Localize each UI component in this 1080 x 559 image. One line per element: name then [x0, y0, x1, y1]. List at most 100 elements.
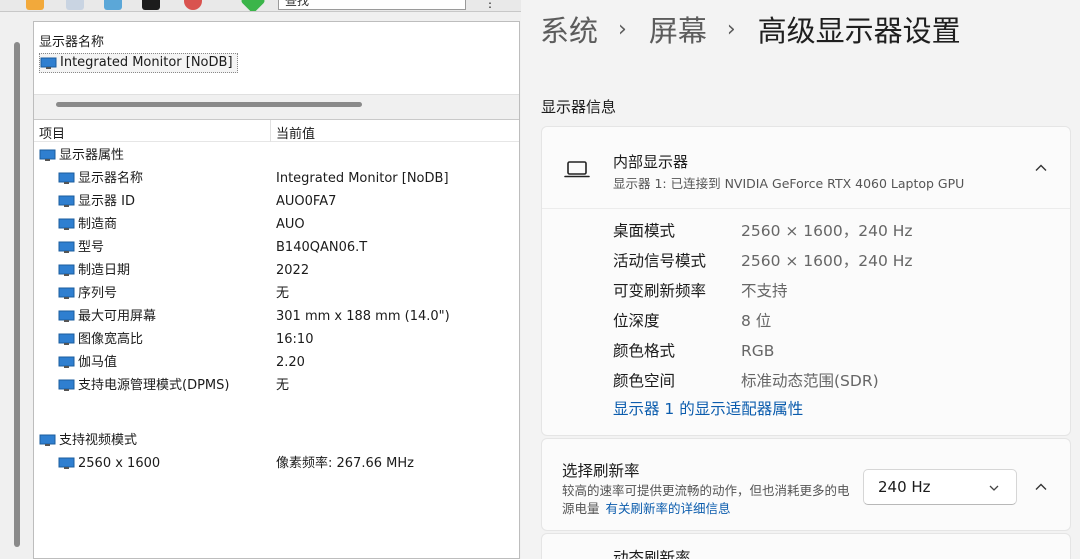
tree-row[interactable]: 型号 B140QAN06.T: [34, 236, 519, 259]
summary-item[interactable]: Integrated Monitor [NoDB]: [39, 53, 238, 73]
chevron-down-icon: [989, 485, 999, 491]
refresh-rate-select[interactable]: 240 Hz: [863, 469, 1017, 505]
tree-row[interactable]: 图像宽高比 16:10: [34, 328, 519, 351]
horizontal-scroll-thumb[interactable]: [56, 102, 362, 107]
tree-row[interactable]: 制造日期 2022: [34, 259, 519, 282]
tree-row-name: 显示器 ID: [78, 194, 135, 209]
page-title: 高级显示器设置: [757, 14, 961, 48]
tree-row-name: 最大可用屏幕: [78, 309, 157, 324]
display-property-key: 位深度: [613, 312, 660, 330]
tree-row-value: 2022: [276, 263, 310, 278]
tree-row[interactable]: 支持电源管理模式(DPMS) 无: [34, 374, 519, 397]
search-input[interactable]: 查找: [278, 0, 466, 10]
tree-row-name: 伽马值: [78, 355, 118, 370]
display-property-key: 桌面模式: [613, 222, 676, 240]
display-property-key: 颜色空间: [613, 372, 676, 390]
tree-row-name: 型号: [78, 240, 105, 255]
refresh-rate-info-link[interactable]: 有关刷新率的详细信息: [606, 501, 731, 516]
tool-icon[interactable]: [104, 0, 122, 10]
adapter-properties-link[interactable]: 显示器 1 的显示适配器属性: [613, 397, 803, 419]
tool-icon[interactable]: [184, 0, 202, 10]
tree-group[interactable]: 显示器属性: [34, 144, 519, 167]
tree-row[interactable]: 显示器 ID AUO0FA7: [34, 190, 519, 213]
tree-row-value: AUO0FA7: [276, 194, 337, 209]
tree-row-value: AUO: [276, 217, 305, 232]
monitor-icon: [39, 434, 56, 446]
more-icon[interactable]: ⋮: [484, 0, 496, 10]
tree-row-name: 制造商: [78, 217, 118, 232]
chevron-up-icon[interactable]: [1034, 480, 1048, 494]
tree-row[interactable]: 2560 x 1600 像素频率: 267.66 MHz: [34, 452, 519, 475]
breadcrumb-system[interactable]: 系统: [540, 8, 598, 50]
tree-row-value: 无: [276, 286, 290, 301]
tree-row[interactable]: 最大可用屏幕 301 mm x 188 mm (14.0"): [34, 305, 519, 328]
refresh-rate-title: 选择刷新率: [562, 462, 640, 480]
dynamic-refresh-label: 动态刷新率: [613, 549, 691, 559]
tree-row-name: 序列号: [78, 286, 118, 301]
summary-heading: 显示器名称: [39, 35, 105, 50]
horizontal-scrollbar[interactable]: [34, 94, 519, 120]
update-icon[interactable]: [240, 0, 266, 11]
tree-row-name: 制造日期: [78, 263, 131, 278]
breadcrumb-separator: ›: [726, 16, 736, 42]
tool-icon[interactable]: [142, 0, 160, 10]
tree-row-name: 图像宽高比: [78, 332, 144, 347]
chevron-up-icon[interactable]: [1034, 161, 1048, 175]
column-current-value[interactable]: 当前值: [276, 123, 315, 142]
display-info-card: 内部显示器 显示器 1: 已连接到 NVIDIA GeForce RTX 406…: [541, 126, 1071, 436]
tree-row-name: 支持电源管理模式(DPMS): [78, 378, 230, 393]
display-title: 内部显示器: [613, 153, 689, 171]
monitor-icon: [58, 457, 75, 469]
tree-group-label: 显示器属性: [59, 148, 125, 163]
tree-row-value: 像素频率: 267.66 MHz: [276, 456, 414, 471]
report-icon[interactable]: [66, 0, 84, 10]
tree-row-value: 无: [276, 378, 290, 393]
tree-row-value: 2.20: [276, 355, 305, 370]
display-property-value: RGB: [741, 342, 775, 360]
tree-row-name: 2560 x 1600: [78, 456, 161, 471]
tree-row[interactable]: 伽马值 2.20: [34, 351, 519, 374]
toolbar: 查找 ⋮: [0, 0, 521, 12]
breadcrumb-display[interactable]: 屏幕: [649, 8, 707, 50]
display-property-value: 不支持: [741, 282, 788, 300]
summary-value: Integrated Monitor [NoDB]: [60, 55, 233, 70]
refresh-rate-value: 240 Hz: [878, 478, 931, 496]
monitor-icon: [58, 264, 75, 276]
column-item[interactable]: 项目: [39, 123, 65, 142]
dynamic-refresh-card[interactable]: 动态刷新率: [541, 533, 1071, 559]
tree-group-label: 支持视频模式: [59, 433, 138, 448]
display-property-value: 2560 × 1600，240 Hz: [741, 222, 913, 240]
monitor-icon: [58, 379, 75, 391]
tree-row[interactable]: 制造商 AUO: [34, 213, 519, 236]
refresh-rate-description: 较高的速率可提供更流畅的动作，但也消耗更多的电源电量 有关刷新率的详细信息: [562, 482, 852, 518]
monitor-icon: [58, 195, 75, 207]
display-property-value: 标准动态范围(SDR): [741, 372, 879, 390]
tree-row-value: Integrated Monitor [NoDB]: [276, 171, 449, 186]
monitor-icon: [58, 218, 75, 230]
column-header: 项目 当前值: [34, 120, 519, 142]
display-property-value: 8 位: [741, 312, 772, 330]
tree-group[interactable]: 支持视频模式: [34, 429, 519, 452]
display-card-header[interactable]: 内部显示器 显示器 1: 已连接到 NVIDIA GeForce RTX 406…: [542, 127, 1070, 209]
tree-row-value: B140QAN06.T: [276, 240, 368, 255]
settings-pane: 系统 › 屏幕 › 高级显示器设置 显示器信息 内部显示器 显示器 1: 已连接…: [521, 0, 1080, 559]
monitor-icon: [39, 149, 56, 161]
breadcrumb: 系统 › 屏幕 › 高级显示器设置: [540, 8, 961, 50]
tree-row[interactable]: 显示器名称 Integrated Monitor [NoDB]: [34, 167, 519, 190]
display-property-value: 2560 × 1600，240 Hz: [741, 252, 913, 270]
tree-row[interactable]: 序列号 无: [34, 282, 519, 305]
summary-section: 显示器名称 Integrated Monitor [NoDB]: [34, 22, 519, 94]
tool-icon[interactable]: [26, 0, 44, 10]
laptop-icon: [564, 161, 590, 178]
tree-row-value: 16:10: [276, 332, 314, 347]
display-property-key: 可变刷新频率: [613, 282, 707, 300]
vertical-scrollbar[interactable]: [14, 42, 20, 547]
details-panel: 显示器名称 Integrated Monitor [NoDB] 项目 当前值 显…: [33, 21, 520, 559]
monitor-icon: [58, 333, 75, 345]
monitor-icon: [58, 172, 75, 184]
breadcrumb-separator: ›: [618, 16, 627, 42]
monitor-icon: [58, 241, 75, 253]
monitor-icon: [58, 356, 75, 368]
monitor-icon: [58, 310, 75, 322]
tree-row-value: 301 mm x 188 mm (14.0"): [276, 309, 450, 324]
